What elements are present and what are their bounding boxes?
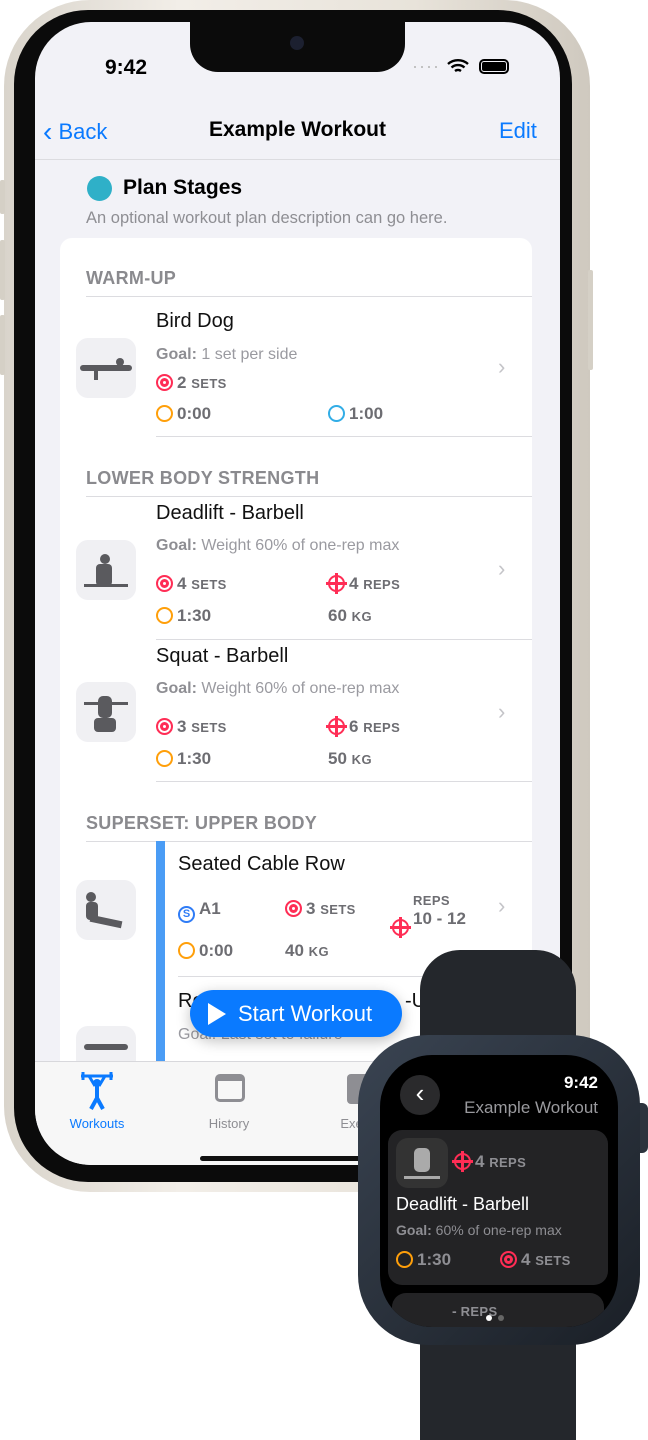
tab-label: History xyxy=(208,1116,250,1131)
divider xyxy=(156,436,532,437)
nav-divider xyxy=(35,159,560,160)
timer-icon xyxy=(396,1251,413,1268)
watch-screen: ‹ 9:42 Example Workout 4 REPS Deadlift -… xyxy=(380,1055,618,1327)
sets-stat: 3 SETS xyxy=(285,899,356,919)
sets-stat: 3 SETS xyxy=(156,717,227,737)
reps-stat: 4 REPS xyxy=(326,573,400,594)
start-workout-label: Start Workout xyxy=(238,1001,373,1026)
watch-exercise-name: Deadlift - Barbell xyxy=(396,1194,530,1214)
signal-icon: ···· xyxy=(412,56,440,76)
superset-label: S A1 xyxy=(178,899,221,923)
status-time: 9:42 xyxy=(105,56,148,79)
chevron-left-icon: ‹ xyxy=(415,1078,425,1108)
plan-description: An optional workout plan description can… xyxy=(86,209,448,227)
calendar-icon xyxy=(215,1074,245,1102)
chevron-right-icon: › xyxy=(498,354,506,379)
exercise-goal: Goal: 1 set per side xyxy=(156,346,298,363)
exercise-image xyxy=(76,682,136,742)
page-dot xyxy=(486,1315,492,1321)
watch-band-bottom xyxy=(420,1330,576,1440)
exercise-goal: Goal: Weight 60% of one-rep max xyxy=(156,537,400,554)
volume-down xyxy=(0,315,5,375)
exercise-goal: Goal: Weight 60% of one-rep max xyxy=(156,680,400,697)
exercise-name: Bird Dog xyxy=(156,310,234,332)
tab-history[interactable]: History xyxy=(179,1068,279,1131)
start-workout-button[interactable]: Start Workout xyxy=(190,990,402,1037)
chevron-right-icon: › xyxy=(498,893,506,918)
weight-stat: 50 KG xyxy=(328,749,372,768)
watch-sets-stat: 4 SETS xyxy=(500,1250,571,1270)
target-icon xyxy=(156,718,173,735)
weightlifter-icon xyxy=(79,1070,115,1110)
divider xyxy=(156,781,532,782)
exercise-row-bird-dog[interactable]: Bird Dog Goal: 1 set per side 2 SETS 0:0… xyxy=(60,296,532,437)
crosshair-icon xyxy=(326,716,347,737)
rest-stat: 1:30 xyxy=(156,606,211,626)
plan-title: Plan Stages xyxy=(123,176,243,199)
watch-title: Example Workout xyxy=(464,1098,598,1117)
apple-watch: ‹ 9:42 Example Workout 4 REPS Deadlift -… xyxy=(358,1035,640,1345)
exercise-name: Deadlift - Barbell xyxy=(156,502,304,524)
wifi-icon xyxy=(447,58,469,74)
crosshair-icon xyxy=(326,573,347,594)
volume-up xyxy=(0,240,5,300)
weight-stat: 60 KG xyxy=(328,606,372,625)
battery-icon xyxy=(479,59,509,74)
target-icon xyxy=(156,575,173,592)
play-icon xyxy=(208,1003,226,1025)
nav-title: Example Workout xyxy=(209,118,386,141)
exercise-name: Seated Cable Row xyxy=(178,853,345,875)
exercise-image xyxy=(76,540,136,600)
target-icon xyxy=(156,374,173,391)
exercise-row-deadlift[interactable]: Deadlift - Barbell Goal: Weight 60% of o… xyxy=(60,496,532,640)
target-icon xyxy=(500,1251,517,1268)
camera-icon xyxy=(290,36,304,50)
exercise-name: Squat - Barbell xyxy=(156,645,289,667)
weight-stat: 40 KG xyxy=(285,941,329,960)
tab-workouts[interactable]: Workouts xyxy=(47,1068,147,1131)
exercise-row-squat[interactable]: Squat - Barbell Goal: Weight 60% of one-… xyxy=(60,639,532,782)
rest-stat: 0:00 xyxy=(178,941,233,961)
superset-s-icon: S xyxy=(178,906,195,923)
timer-icon xyxy=(156,750,173,767)
exercise-image xyxy=(396,1138,448,1188)
chevron-right-icon: › xyxy=(498,556,506,581)
tab-label: Workouts xyxy=(69,1116,125,1131)
chevron-right-icon: › xyxy=(498,699,506,724)
sets-stat: 4 SETS xyxy=(156,574,227,594)
watch-back-button[interactable]: ‹ xyxy=(400,1075,440,1115)
section-header: SUPERSET: UPPER BODY xyxy=(86,813,318,833)
crosshair-icon xyxy=(390,917,411,938)
watch-rest-stat: 1:30 xyxy=(396,1250,451,1270)
clock-check-icon xyxy=(328,405,345,422)
edit-button[interactable]: Edit xyxy=(499,118,537,144)
timer-icon xyxy=(156,607,173,624)
duration-stat: 1:00 xyxy=(328,404,383,424)
timer-icon xyxy=(178,942,195,959)
reps-stat: REPS 10 - 12 xyxy=(390,891,466,938)
rest-stat: 0:00 xyxy=(156,404,211,424)
exercise-image xyxy=(76,880,136,940)
crosshair-icon xyxy=(452,1151,473,1172)
silent-switch xyxy=(0,180,5,214)
rest-stat: 1:30 xyxy=(156,749,211,769)
watch-reps-stat: 4 REPS xyxy=(452,1151,526,1172)
timer-icon xyxy=(156,405,173,422)
watch-time: 9:42 xyxy=(563,1073,598,1092)
reps-stat: 6 REPS xyxy=(326,716,400,737)
watch-exercise-card[interactable]: 4 REPS Deadlift - Barbell Goal: 60% of o… xyxy=(388,1130,608,1285)
watch-goal: Goal: 60% of one-rep max xyxy=(396,1222,562,1238)
page-dot xyxy=(498,1315,504,1321)
sets-stat: 2 SETS xyxy=(156,373,227,393)
exercise-image xyxy=(76,338,136,398)
section-header: WARM-UP xyxy=(86,268,177,288)
section-header: LOWER BODY STRENGTH xyxy=(86,468,320,488)
watch-next-card[interactable]: - REPS xyxy=(392,1293,604,1327)
notch xyxy=(190,22,405,72)
power-button xyxy=(588,270,593,370)
weightlifter-icon xyxy=(87,176,112,201)
target-icon xyxy=(285,900,302,917)
